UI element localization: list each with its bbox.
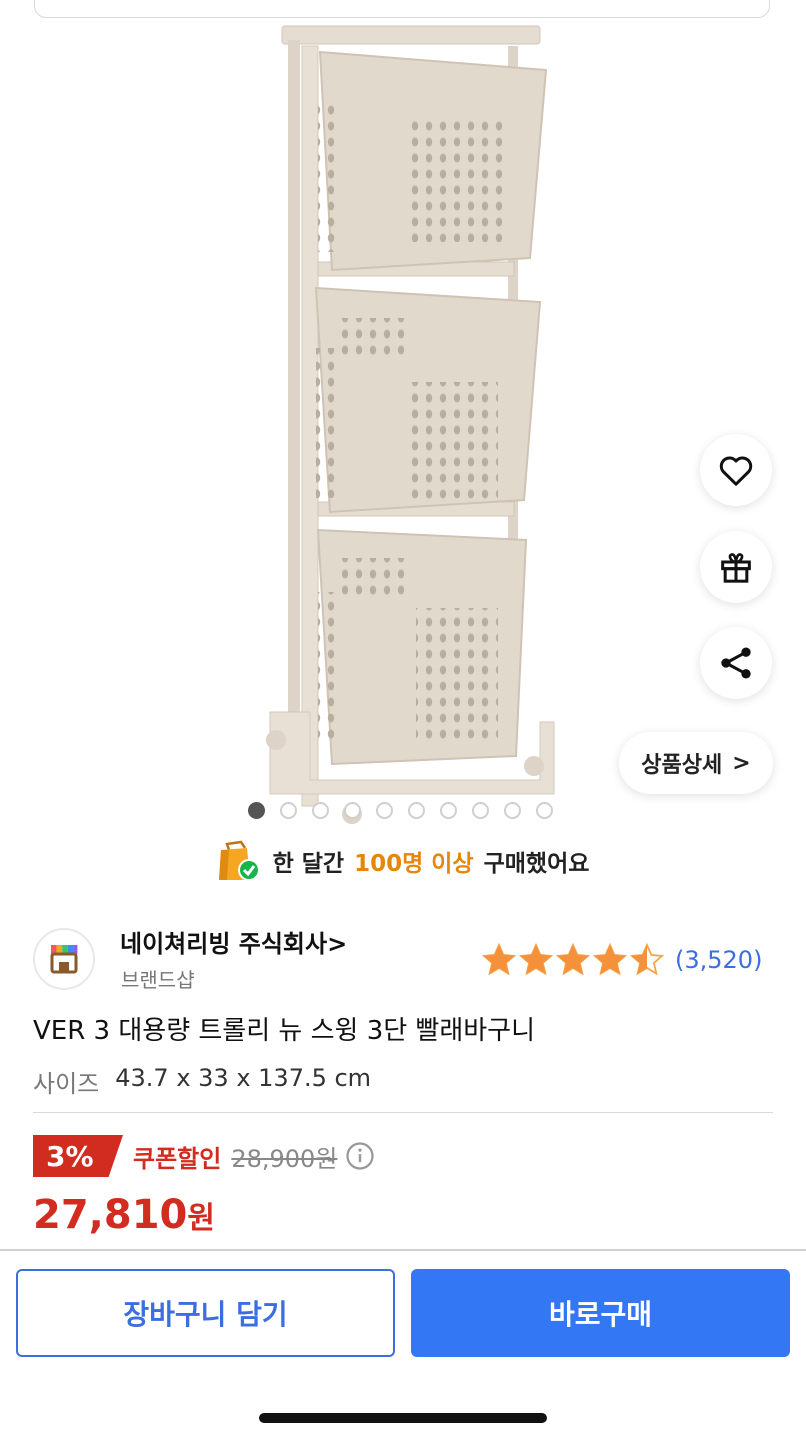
product-detail-button[interactable]: 상품상세 > — [619, 732, 773, 794]
share-button[interactable] — [700, 627, 772, 699]
shopping-bag-check-icon — [218, 840, 260, 881]
review-count[interactable]: (3,520) — [675, 946, 762, 974]
carousel-dot[interactable] — [312, 802, 329, 819]
gift-icon — [721, 553, 751, 583]
share-icon — [721, 647, 751, 679]
heart-icon — [719, 456, 753, 486]
spec-label: 사이즈 — [33, 1070, 100, 1098]
carousel-dot[interactable] — [408, 802, 425, 819]
carousel-dot[interactable] — [344, 802, 361, 819]
buy-now-button[interactable]: 바로구매 — [411, 1269, 790, 1357]
store-name-link[interactable]: 네이쳐리빙 주식회사> — [120, 924, 347, 959]
price-info-button[interactable] — [345, 1141, 375, 1171]
star-icon — [629, 942, 665, 976]
discount-badge: 3% — [33, 1135, 123, 1177]
star-icon — [518, 942, 554, 976]
store-name: 네이쳐리빙 주식회사 — [120, 930, 328, 958]
carousel-dot[interactable] — [472, 802, 489, 819]
banner-prefix: 한 달간 — [272, 851, 345, 877]
chevron-right-icon: > — [732, 750, 751, 776]
product-spec: 사이즈 43.7 x 33 x 137.5 cm — [33, 1064, 371, 1099]
store-icon — [50, 945, 78, 974]
star-icon — [555, 942, 591, 976]
bottom-action-bar: 장바구니 담기 바로구매 — [0, 1249, 806, 1440]
rating[interactable]: (3,520) — [481, 942, 762, 978]
carousel-dot[interactable] — [440, 802, 457, 819]
carousel-dot[interactable] — [536, 802, 553, 819]
carousel-dot[interactable] — [248, 802, 265, 819]
carousel-dot[interactable] — [376, 802, 393, 819]
add-to-cart-button[interactable]: 장바구니 담기 — [16, 1269, 395, 1357]
store-type: 브랜드샵 — [121, 968, 195, 992]
favorite-button[interactable] — [700, 434, 772, 506]
discount-row: 3% 쿠폰할인 28,900원 — [33, 1134, 375, 1178]
final-price: 27,810 원 — [33, 1192, 215, 1238]
star-icon — [481, 942, 517, 976]
spec-value: 43.7 x 33 x 137.5 cm — [115, 1064, 372, 1092]
product-title: VER 3 대용량 트롤리 뉴 스윙 3단 빨래바구니 — [33, 1016, 536, 1046]
banner-suffix: 구매했어요 — [483, 851, 590, 877]
product-image — [266, 25, 555, 824]
carousel-dot[interactable] — [280, 802, 297, 819]
star-rating — [481, 942, 665, 978]
star-icon — [592, 942, 628, 976]
home-indicator — [259, 1413, 547, 1423]
gift-button[interactable] — [700, 531, 772, 603]
divider — [33, 1112, 773, 1113]
chevron-right-icon: > — [327, 930, 348, 958]
product-detail-label: 상품상세 — [641, 753, 723, 778]
store-logo[interactable] — [33, 928, 95, 990]
final-price-number: 27,810 — [33, 1192, 188, 1238]
carousel-dot[interactable] — [504, 802, 521, 819]
info-icon — [346, 1142, 375, 1170]
coupon-label: 쿠폰할인 — [133, 1144, 222, 1173]
banner-highlight: 100명 이상 — [354, 851, 474, 877]
image-carousel-indicator[interactable] — [248, 802, 553, 819]
top-search-bar[interactable] — [34, 0, 770, 18]
final-price-unit: 원 — [187, 1201, 215, 1236]
original-price: 28,900원 — [231, 1144, 338, 1173]
purchase-count-banner: 한 달간 100명 이상 구매했어요 — [0, 838, 806, 884]
